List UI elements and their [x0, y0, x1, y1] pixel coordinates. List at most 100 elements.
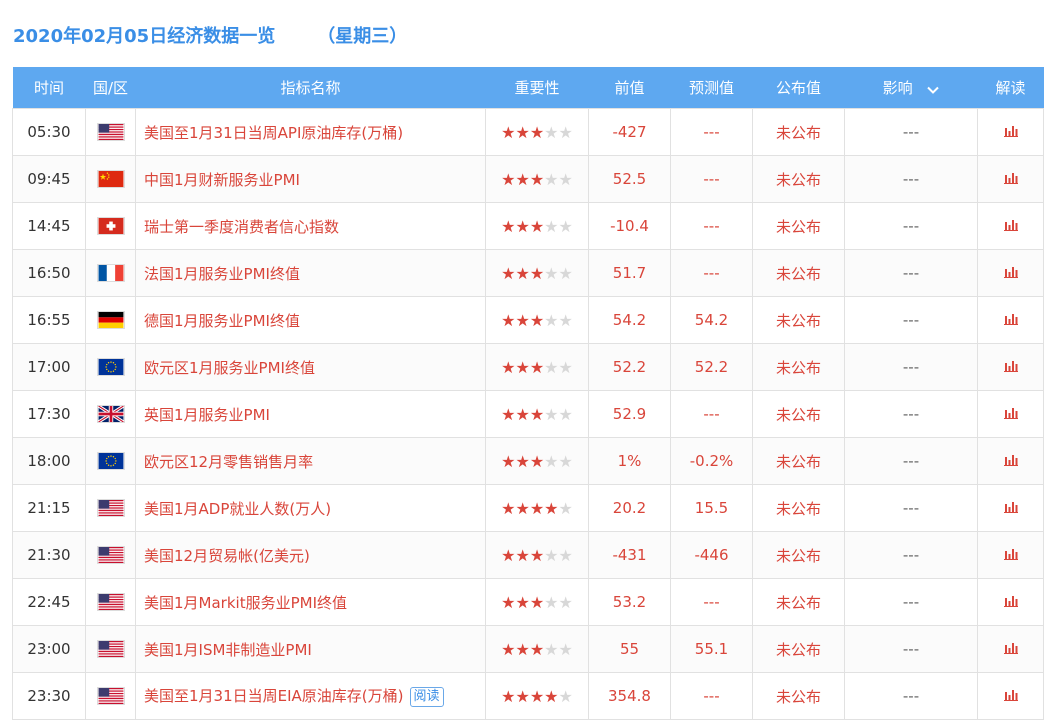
impact-value: ---	[844, 249, 978, 297]
star-icon: ★	[515, 263, 530, 283]
interpret-button[interactable]	[977, 155, 1044, 203]
indicator-cell[interactable]: 美国至1月31日当周EIA原油库存(万桶) 阅读	[135, 672, 486, 720]
star-icon: ★	[515, 122, 530, 142]
bar-chart-icon[interactable]	[1003, 217, 1018, 235]
star-icon: ★	[544, 310, 559, 330]
col-indicator-header: 指标名称	[135, 67, 486, 109]
indicator-link[interactable]: 美国1月ADP就业人数(万人)	[144, 500, 331, 518]
importance-rating: ★★★★★	[485, 531, 589, 579]
impact-value: ---	[844, 531, 978, 579]
indicator-link[interactable]: 欧元区1月服务业PMI终值	[144, 359, 315, 377]
indicator-link[interactable]: 英国1月服务业PMI	[144, 406, 270, 424]
bar-chart-icon[interactable]	[1003, 499, 1018, 517]
event-time: 23:00	[12, 625, 86, 673]
star-icon: ★	[529, 639, 545, 659]
previous-value: 20.2	[588, 484, 671, 532]
actual-value: 未公布	[752, 531, 845, 579]
bar-chart-icon[interactable]	[1003, 358, 1018, 376]
indicator-link[interactable]: 美国至1月31日当周API原油库存(万桶)	[144, 124, 403, 142]
star-icon: ★	[515, 310, 530, 330]
indicator-cell[interactable]: 欧元区12月零售销售月率	[135, 437, 486, 485]
importance-rating: ★★★★★	[485, 625, 589, 673]
star-icon: ★	[558, 404, 573, 424]
interpret-button[interactable]	[977, 484, 1044, 532]
event-time: 21:15	[12, 484, 86, 532]
bar-chart-icon[interactable]	[1003, 687, 1018, 705]
event-time: 05:30	[12, 108, 86, 156]
indicator-cell[interactable]: 德国1月服务业PMI终值	[135, 296, 486, 344]
indicator-link[interactable]: 法国1月服务业PMI终值	[144, 265, 300, 283]
indicator-cell[interactable]: 美国1月ADP就业人数(万人)	[135, 484, 486, 532]
indicator-link[interactable]: 美国1月ISM非制造业PMI	[144, 641, 312, 659]
bar-chart-icon[interactable]	[1003, 405, 1018, 423]
indicator-link[interactable]: 美国1月Markit服务业PMI终值	[144, 594, 347, 612]
event-time: 14:45	[12, 202, 86, 250]
interpret-button[interactable]	[977, 672, 1044, 720]
impact-value: ---	[844, 296, 978, 344]
read-badge-button[interactable]: 阅读	[409, 686, 444, 707]
impact-value: ---	[844, 437, 978, 485]
bar-chart-icon[interactable]	[1003, 123, 1018, 141]
interpret-button[interactable]	[977, 625, 1044, 673]
actual-value: 未公布	[752, 249, 845, 297]
col-importance-header: 重要性	[485, 67, 589, 109]
indicator-cell[interactable]: 美国12月贸易帐(亿美元)	[135, 531, 486, 579]
indicator-link[interactable]: 瑞士第一季度消费者信心指数	[144, 218, 339, 236]
impact-filter-dropdown[interactable]: 影响	[844, 67, 978, 109]
indicator-link[interactable]: 德国1月服务业PMI终值	[144, 312, 300, 330]
col-interpret-header: 解读	[977, 67, 1044, 109]
indicator-cell[interactable]: 美国1月ISM非制造业PMI	[135, 625, 486, 673]
impact-value: ---	[844, 155, 978, 203]
bar-chart-icon[interactable]	[1003, 593, 1018, 611]
interpret-button[interactable]	[977, 531, 1044, 579]
interpret-button[interactable]	[977, 108, 1044, 156]
indicator-link[interactable]: 欧元区12月零售销售月率	[144, 453, 313, 471]
star-icon: ★	[544, 639, 559, 659]
importance-rating: ★★★★★	[485, 578, 589, 626]
indicator-cell[interactable]: 瑞士第一季度消费者信心指数	[135, 202, 486, 250]
forecast-value: 15.5	[670, 484, 753, 532]
flag-icon	[96, 217, 125, 236]
interpret-button[interactable]	[977, 343, 1044, 391]
event-time: 18:00	[12, 437, 86, 485]
interpret-button[interactable]	[977, 578, 1044, 626]
economic-calendar-table: 时间 国/区 指标名称 重要性 前值 预测值 公布值 影响 解读 05:30 美国…	[12, 67, 1044, 720]
previous-value: 52.9	[588, 390, 671, 438]
indicator-cell[interactable]: 中国1月财新服务业PMI	[135, 155, 486, 203]
flag-icon	[96, 358, 125, 377]
table-row: 16:55 德国1月服务业PMI终值 ★★★★★ 54.2 54.2 未公布 ---	[12, 296, 1044, 344]
col-time-header: 时间	[12, 67, 86, 109]
star-icon: ★	[515, 639, 530, 659]
col-region-header: 国/区	[85, 67, 136, 109]
star-icon: ★	[544, 169, 559, 189]
interpret-button[interactable]	[977, 390, 1044, 438]
indicator-cell[interactable]: 美国1月Markit服务业PMI终值	[135, 578, 486, 626]
indicator-cell[interactable]: 法国1月服务业PMI终值	[135, 249, 486, 297]
star-icon: ★	[558, 310, 573, 330]
star-icon: ★	[501, 310, 516, 330]
indicator-cell[interactable]: 美国至1月31日当周API原油库存(万桶)	[135, 108, 486, 156]
importance-rating: ★★★★★	[485, 108, 589, 156]
bar-chart-icon[interactable]	[1003, 264, 1018, 282]
bar-chart-icon[interactable]	[1003, 640, 1018, 658]
bar-chart-icon[interactable]	[1003, 311, 1018, 329]
bar-chart-icon[interactable]	[1003, 546, 1018, 564]
indicator-link[interactable]: 美国至1月31日当周EIA原油库存(万桶)	[144, 687, 404, 705]
star-icon: ★	[529, 122, 545, 142]
interpret-button[interactable]	[977, 249, 1044, 297]
star-icon: ★	[515, 592, 530, 612]
bar-chart-icon[interactable]	[1003, 170, 1018, 188]
region-cell	[85, 108, 136, 156]
indicator-cell[interactable]: 英国1月服务业PMI	[135, 390, 486, 438]
previous-value: -427	[588, 108, 671, 156]
interpret-button[interactable]	[977, 202, 1044, 250]
interpret-button[interactable]	[977, 296, 1044, 344]
indicator-link[interactable]: 中国1月财新服务业PMI	[144, 171, 300, 189]
indicator-cell[interactable]: 欧元区1月服务业PMI终值	[135, 343, 486, 391]
interpret-button[interactable]	[977, 437, 1044, 485]
flag-icon	[96, 640, 125, 659]
forecast-value: ---	[670, 155, 753, 203]
indicator-link[interactable]: 美国12月贸易帐(亿美元)	[144, 547, 310, 565]
star-icon: ★	[558, 498, 573, 518]
bar-chart-icon[interactable]	[1003, 452, 1018, 470]
